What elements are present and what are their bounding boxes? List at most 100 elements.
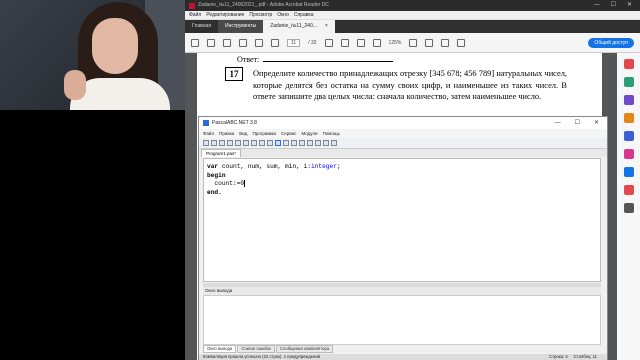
code-line-1: var count, num, sum, min, i:integer; [207, 163, 597, 172]
code-line-4: end. [207, 188, 222, 196]
text-caret [244, 180, 246, 187]
export-pdf-icon[interactable] [623, 59, 634, 69]
acrobat-toolbar: 11 / 32 125% Общий доступ [185, 33, 640, 53]
pascal-close-button[interactable]: ✕ [594, 117, 599, 129]
pascal-menu-view[interactable]: Вид [239, 129, 247, 138]
zoom-out-icon[interactable] [356, 38, 365, 47]
open-file-icon[interactable] [211, 140, 217, 146]
pascal-app-icon [203, 120, 209, 126]
pascal-window: PascalABC.NET 3.8 — ☐ ✕ Файл Правка Вид … [198, 116, 608, 360]
fit-page-icon[interactable] [409, 38, 418, 47]
pascal-menu-service[interactable]: Сервис [281, 129, 296, 138]
tab-output-window[interactable]: Окно вывода [203, 345, 237, 353]
pascal-menu-help[interactable]: Помощь [323, 129, 340, 138]
run-icon[interactable] [275, 140, 281, 146]
code-type-integer: integer [310, 163, 337, 170]
pascal-editor-tabs: Program1.pas* [199, 149, 607, 157]
debug-icon[interactable] [291, 140, 297, 146]
paste-icon[interactable] [251, 140, 257, 146]
answer-line: Ответ: [237, 55, 394, 64]
print-icon[interactable] [207, 38, 215, 47]
editor-tab-program1[interactable]: Program1.pas* [201, 149, 242, 157]
pascal-menu-modules[interactable]: Модули [301, 129, 317, 138]
pascal-toolbar [199, 138, 607, 149]
acrobat-menubar: Файл Редактирование Просмотр Окно Справк… [185, 11, 640, 20]
tab-document[interactable]: Zadanie_№11_240... × [263, 20, 335, 33]
tab-document-label: Zadanie_№11_240... [270, 23, 317, 29]
redo-icon[interactable] [267, 140, 273, 146]
webcam-person-face [92, 18, 138, 74]
undo-icon[interactable] [259, 140, 265, 146]
close-button[interactable]: ✕ [627, 0, 632, 11]
cut-icon[interactable] [235, 140, 241, 146]
zoom-level[interactable]: 125% [389, 40, 402, 46]
page-down-icon[interactable] [271, 38, 279, 47]
menu-file[interactable]: Файл [189, 11, 201, 19]
share-button[interactable]: Общий доступ [588, 37, 634, 48]
code-line-3: count:=0 [207, 180, 597, 189]
tab-tools[interactable]: Инструменты [218, 20, 264, 33]
search-icon[interactable] [239, 38, 247, 47]
output-window[interactable] [203, 295, 601, 345]
answer-rule [263, 61, 394, 62]
tab-compiler-messages[interactable]: Сообщения компилятора [276, 345, 334, 353]
copy-icon[interactable] [243, 140, 249, 146]
black-background [0, 110, 185, 360]
pascal-menu-file[interactable]: Файл [203, 129, 214, 138]
pascal-menubar: Файл Правка Вид Программа Сервис Модули … [199, 129, 607, 138]
page-up-icon[interactable] [255, 38, 263, 47]
pascal-menu-program[interactable]: Программа [252, 129, 276, 138]
code-keyword-var: var [207, 163, 219, 170]
menu-edit[interactable]: Редактирование [206, 11, 244, 19]
step-icon[interactable] [299, 140, 305, 146]
share-tool-icon[interactable] [623, 167, 634, 177]
acrobat-tabs: Главная Инструменты Zadanie_№11_240... × [185, 20, 640, 33]
pascal-titlebar: PascalABC.NET 3.8 — ☐ ✕ [199, 117, 607, 129]
more-tools-icon[interactable] [623, 203, 634, 213]
tab-error-list[interactable]: Список ошибок [237, 345, 276, 353]
pascal-menu-edit[interactable]: Правка [219, 129, 234, 138]
status-compile-message: Компиляция прошла успешно (22 строк). 1 … [203, 354, 320, 359]
tab-close-icon[interactable]: × [325, 20, 328, 33]
status-column: Столбец: 11 [573, 354, 597, 359]
pen-icon[interactable] [441, 38, 450, 47]
combine-files-icon[interactable] [623, 131, 634, 141]
email-icon[interactable] [223, 38, 231, 47]
output-window-header: Окно вывода [203, 287, 601, 295]
menu-window[interactable]: Окно [277, 11, 289, 19]
page-number-input[interactable]: 11 [287, 38, 301, 47]
comment-icon[interactable] [425, 38, 434, 47]
save-all-icon[interactable] [227, 140, 233, 146]
acrobat-app-icon [189, 2, 195, 9]
minimize-button[interactable]: — [594, 0, 600, 11]
acrobat-right-toolbar [617, 53, 640, 360]
pascal-maximize-button[interactable]: ☐ [575, 117, 580, 129]
save-icon[interactable] [191, 38, 199, 47]
save-icon[interactable] [219, 140, 225, 146]
bottom-tabs: Окно вывода Список ошибок Сообщения комп… [203, 345, 334, 353]
stop-icon[interactable] [283, 140, 289, 146]
pascal-title: PascalABC.NET 3.8 [212, 120, 257, 126]
create-pdf-icon[interactable] [623, 95, 634, 105]
pointer-icon[interactable] [324, 38, 333, 47]
settings-icon[interactable] [323, 140, 329, 146]
new-file-icon[interactable] [203, 140, 209, 146]
help-icon[interactable] [331, 140, 337, 146]
format-icon[interactable] [315, 140, 321, 146]
maximize-button[interactable]: ☐ [611, 0, 616, 11]
sign-icon[interactable] [457, 38, 466, 47]
fill-sign-icon[interactable] [623, 185, 634, 195]
code-editor[interactable]: var count, num, sum, min, i:integer; beg… [203, 158, 601, 282]
pascal-minimize-button[interactable]: — [555, 117, 561, 129]
hand-icon[interactable] [340, 38, 349, 47]
step-into-icon[interactable] [307, 140, 313, 146]
zoom-in-icon[interactable] [372, 38, 381, 47]
menu-help[interactable]: Справка [294, 11, 314, 19]
tab-home[interactable]: Главная [185, 20, 218, 33]
webcam-person-hand [64, 70, 86, 100]
code-line-3-text: count:=0 [207, 180, 245, 188]
edit-pdf-icon[interactable] [623, 77, 634, 87]
menu-view[interactable]: Просмотр [249, 11, 272, 19]
organize-pages-icon[interactable] [623, 149, 634, 159]
comment-tool-icon[interactable] [623, 113, 634, 123]
